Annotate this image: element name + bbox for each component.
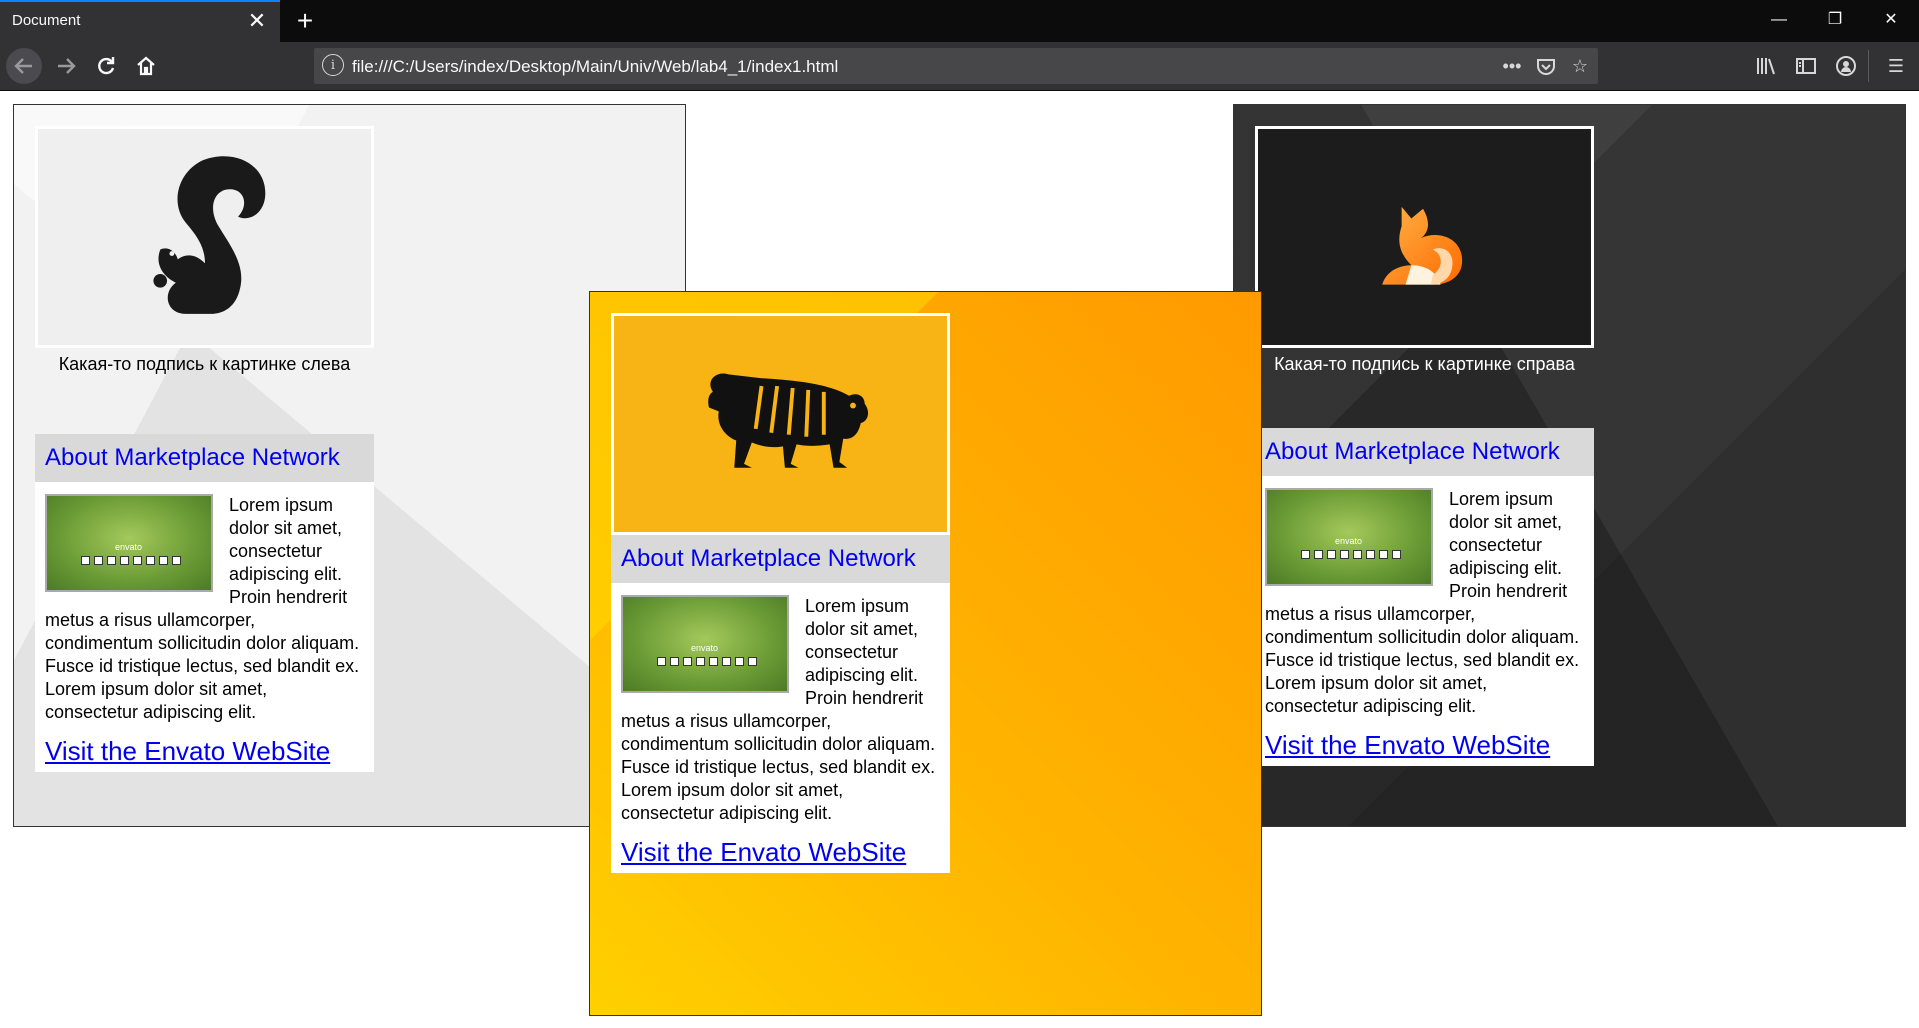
card-heading: About Marketplace Network xyxy=(611,535,950,583)
home-icon xyxy=(137,56,155,76)
forward-arrow-icon xyxy=(58,58,76,74)
page-actions-icon[interactable]: ••• xyxy=(1498,52,1526,80)
card-heading: About Marketplace Network xyxy=(1255,428,1594,476)
reload-button[interactable] xyxy=(88,48,124,84)
envato-website-link[interactable]: Visit the Envato WebSite xyxy=(611,825,950,873)
middle-picture xyxy=(611,313,950,535)
tab-strip: Document ✕ + — ❐ ✕ xyxy=(0,0,1919,42)
close-window-button[interactable]: ✕ xyxy=(1863,0,1919,40)
thumbnail-icons xyxy=(81,556,181,566)
restore-button[interactable]: ❐ xyxy=(1807,0,1863,40)
right-card: About Marketplace Network envato Lorem i… xyxy=(1255,428,1594,766)
forward-button[interactable] xyxy=(48,48,84,84)
left-card: About Marketplace Network envato Lorem i… xyxy=(35,434,374,772)
card-heading: About Marketplace Network xyxy=(35,434,374,482)
url-text[interactable]: file:///C:/Users/index/Desktop/Main/Univ… xyxy=(352,57,838,77)
envato-website-link[interactable]: Visit the Envato WebSite xyxy=(35,724,374,772)
tab-title: Document xyxy=(12,12,81,29)
sidebar-icon[interactable] xyxy=(1792,52,1820,80)
envato-thumbnail: envato xyxy=(45,494,213,592)
middle-panel: About Marketplace Network envato Lorem i… xyxy=(589,291,1262,1016)
bookmark-star-icon[interactable]: ☆ xyxy=(1566,52,1594,80)
right-caption: Какая-то подпись к картинке справа xyxy=(1274,354,1575,374)
thumbnail-icons xyxy=(657,657,757,667)
home-button[interactable] xyxy=(128,48,164,84)
minimize-button[interactable]: — xyxy=(1751,0,1807,40)
middle-card: About Marketplace Network envato Lorem i… xyxy=(611,535,950,873)
tab-close-icon[interactable]: ✕ xyxy=(244,8,270,34)
card-body: envato Lorem ipsum dolor sit amet, conse… xyxy=(1255,476,1594,718)
envato-thumbnail: envato xyxy=(1265,488,1433,586)
reload-icon xyxy=(98,57,115,75)
left-panel: Какая-то подпись к картинке слева About … xyxy=(13,104,686,827)
right-picture xyxy=(1255,126,1594,348)
fox-logo-icon xyxy=(1382,206,1463,285)
squirrel-logo-icon xyxy=(153,156,266,314)
envato-website-link[interactable]: Visit the Envato WebSite xyxy=(1255,718,1594,766)
back-arrow-icon xyxy=(14,58,32,74)
card-body: envato Lorem ipsum dolor sit amet, conse… xyxy=(611,583,950,825)
tiger-logo-icon xyxy=(708,373,869,468)
envato-thumbnail: envato xyxy=(621,595,789,693)
right-panel: Какая-то подпись к картинке справа About… xyxy=(1233,104,1906,827)
library-icon[interactable] xyxy=(1752,52,1780,80)
navigation-toolbar: i file:///C:/Users/index/Desktop/Main/Un… xyxy=(0,42,1919,91)
toolbar-separator xyxy=(1868,50,1869,82)
account-icon[interactable] xyxy=(1832,52,1860,80)
menu-icon[interactable]: ☰ xyxy=(1882,52,1910,80)
new-tab-button[interactable]: + xyxy=(288,4,322,38)
card-body: envato Lorem ipsum dolor sit amet, conse… xyxy=(35,482,374,724)
left-caption: Какая-то подпись к картинке слева xyxy=(58,354,351,374)
back-button[interactable] xyxy=(6,48,42,84)
pocket-icon[interactable] xyxy=(1532,52,1560,80)
site-info-icon[interactable]: i xyxy=(322,54,344,76)
thumbnail-icons xyxy=(1301,550,1401,560)
left-picture xyxy=(35,126,374,348)
address-bar[interactable]: i file:///C:/Users/index/Desktop/Main/Un… xyxy=(314,48,1598,84)
tab-document[interactable]: Document ✕ xyxy=(0,0,280,42)
